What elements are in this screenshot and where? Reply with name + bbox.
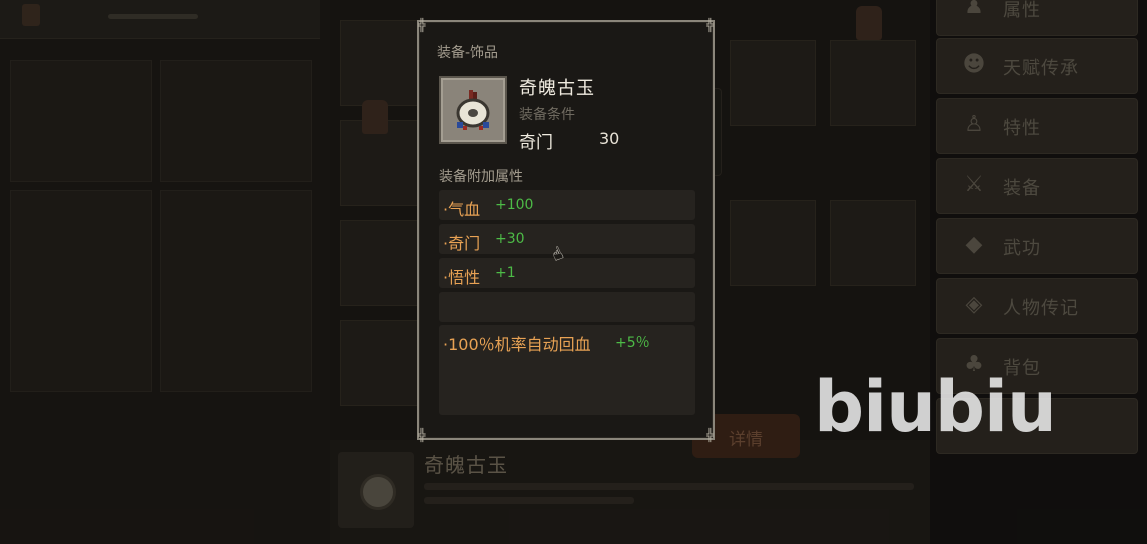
item-name: 奇魄古玉 (519, 78, 595, 99)
item-tooltip: ╬ ╬ ╬ ╬ 装备-饰品 奇魄古玉 装备条件 奇门 30 装备附加属性 ·气血… (417, 18, 715, 442)
attribute-value: +100 (495, 197, 534, 213)
requirement-stat: 奇门 (519, 133, 553, 153)
attribute-value: +1 (495, 265, 516, 281)
special-effect-box: ·100％机率自动回血 +5％ (439, 325, 695, 415)
requirement-value: 30 (599, 129, 620, 148)
attributes-header: 装备附加属性 (439, 169, 523, 185)
attribute-row (439, 292, 695, 322)
requirement-label: 装备条件 (519, 107, 575, 123)
watermark-logo: biubiu (814, 366, 1057, 448)
attribute-value: +30 (495, 231, 525, 247)
attribute-name: ·悟性 (443, 268, 481, 287)
attribute-row: ·气血 +100 (439, 190, 695, 220)
special-effect-name: ·100％机率自动回血 (443, 335, 591, 354)
attribute-name: ·气血 (443, 200, 481, 219)
attribute-row: ·奇门 +30 (439, 224, 695, 254)
jade-pendant-icon (456, 90, 490, 130)
corner-ornament-icon: ╬ (706, 18, 714, 32)
corner-ornament-icon: ╬ (418, 428, 426, 442)
corner-ornament-icon: ╬ (418, 18, 426, 32)
item-icon-slot (439, 76, 507, 144)
corner-ornament-icon: ╬ (706, 428, 714, 442)
special-effect-value: +5％ (615, 335, 650, 351)
attribute-name: ·奇门 (443, 234, 481, 253)
attribute-row: ·悟性 +1 (439, 258, 695, 288)
item-category: 装备-饰品 (437, 45, 499, 61)
